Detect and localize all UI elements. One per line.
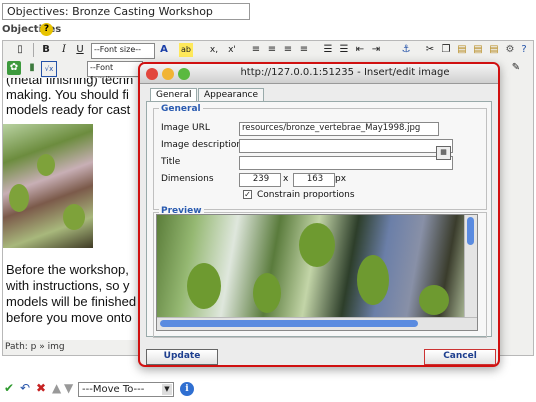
dialog-title: http://127.0.0.1:51235 - Insert/edit ima… — [240, 67, 450, 78]
image-url-input[interactable]: resources/bronze_vertebrae_May1998.jpg — [239, 122, 439, 136]
cancel-button[interactable]: Cancel — [424, 349, 496, 365]
title-field[interactable]: Objectives: Bronze Casting Workshop — [2, 3, 250, 20]
italic-button[interactable]: I — [57, 43, 71, 57]
outdent-icon[interactable]: ⇤ — [353, 43, 367, 57]
content-line: models will be finished — [6, 294, 137, 309]
bullet-list-icon[interactable]: ☰ — [321, 43, 335, 57]
delete-icon[interactable]: ✖ — [36, 381, 46, 395]
content-line: Before the workshop, — [6, 262, 129, 277]
media-icon[interactable]: ▮ — [25, 61, 39, 75]
paste-word-icon[interactable]: ▤ — [487, 43, 501, 57]
move-to-select[interactable]: ---Move To--- ▼ — [78, 382, 174, 397]
width-input[interactable]: 239 — [239, 173, 281, 187]
insert-image-dialog: http://127.0.0.1:51235 - Insert/edit ima… — [138, 62, 500, 367]
constrain-checkbox[interactable]: ✓ — [243, 190, 252, 199]
dimension-separator: x — [283, 174, 289, 184]
code-icon[interactable]: ⚙ — [503, 43, 517, 57]
math-icon[interactable]: √x — [41, 61, 57, 77]
image-preview — [156, 214, 478, 331]
chevron-down-icon: ▼ — [162, 384, 172, 395]
justify-icon[interactable]: ≡ — [297, 43, 311, 57]
preview-horizontal-scrollbar[interactable] — [157, 317, 477, 330]
align-right-icon[interactable]: ≡ — [281, 43, 295, 57]
title-input[interactable] — [239, 156, 453, 170]
move-up-icon[interactable]: ▲ — [52, 381, 61, 395]
content-line: before you move onto — [6, 310, 132, 325]
indent-icon[interactable]: ⇥ — [369, 43, 383, 57]
content-line: with instructions, so y — [6, 278, 130, 293]
font-size-select[interactable]: --Font size-- — [91, 43, 155, 59]
height-input[interactable]: 163 — [293, 173, 335, 187]
close-window-icon[interactable] — [146, 68, 158, 80]
undo-icon[interactable]: ↶ — [20, 381, 30, 395]
align-center-icon[interactable]: ≡ — [265, 43, 279, 57]
edit-icon[interactable]: ✎ — [509, 61, 523, 75]
numbered-list-icon[interactable]: ☰ — [337, 43, 351, 57]
dimensions-label: Dimensions — [161, 174, 214, 184]
anchor-icon[interactable]: ⚓ — [399, 43, 413, 57]
superscript-button[interactable]: x' — [225, 43, 239, 57]
zoom-window-icon[interactable] — [178, 68, 190, 80]
checkmark-icon[interactable]: ✔ — [4, 381, 14, 395]
content-line: (metal finishing) techn — [6, 78, 134, 87]
dialog-tabs: General Appearance — [146, 88, 492, 103]
align-left-icon[interactable]: ≡ — [249, 43, 263, 57]
scroll-thumb[interactable] — [160, 320, 418, 327]
help-button-icon[interactable]: ? — [517, 43, 531, 57]
new-document-icon[interactable]: ▯ — [13, 43, 27, 57]
inline-image[interactable] — [3, 124, 93, 248]
toolbar-divider — [33, 43, 34, 57]
highlight-button[interactable]: ab — [179, 43, 193, 57]
editor-toolbar-row-1: ▯ B I U --Font size-- A ab x, x' ≡ ≡ ≡ ≡… — [3, 42, 533, 60]
scroll-thumb[interactable] — [467, 217, 474, 245]
general-legend: General — [159, 104, 203, 114]
update-button[interactable]: Update — [146, 349, 218, 365]
editor-content[interactable]: (metal finishing) techn making. You shou… — [3, 78, 148, 340]
paste-text-icon[interactable]: ▤ — [471, 43, 485, 57]
dialog-titlebar: http://127.0.0.1:51235 - Insert/edit ima… — [140, 64, 498, 84]
copy-icon[interactable]: ❐ — [439, 43, 453, 57]
paste-icon[interactable]: ▤ — [455, 43, 469, 57]
browse-image-icon[interactable]: ▦ — [436, 146, 451, 160]
preview-photo — [157, 215, 465, 318]
font-family-select[interactable]: --Font family-- — [87, 61, 143, 84]
image-description-label: Image description — [161, 140, 243, 150]
underline-button[interactable]: U — [73, 43, 87, 57]
image-description-input[interactable] — [239, 139, 453, 153]
image-url-label: Image URL — [161, 123, 210, 133]
bold-button[interactable]: B — [39, 43, 53, 57]
content-line: models ready for cast — [6, 102, 131, 117]
subscript-button[interactable]: x, — [207, 43, 221, 57]
minimize-window-icon[interactable] — [162, 68, 174, 80]
image-insert-icon[interactable]: ✿ — [7, 61, 21, 75]
cut-icon[interactable]: ✂ — [423, 43, 437, 57]
help-icon[interactable]: ? — [40, 23, 53, 36]
constrain-label: Constrain proportions — [257, 190, 355, 200]
title-label: Title — [161, 157, 181, 167]
unit-label: px — [335, 174, 347, 184]
info-icon[interactable]: i — [180, 382, 194, 396]
preview-vertical-scrollbar[interactable] — [464, 215, 477, 318]
move-to-value: ---Move To--- — [82, 384, 145, 395]
move-down-icon[interactable]: ▼ — [64, 381, 73, 395]
text-color-button[interactable]: A — [157, 43, 171, 57]
content-line: making. You should fi — [6, 87, 129, 102]
